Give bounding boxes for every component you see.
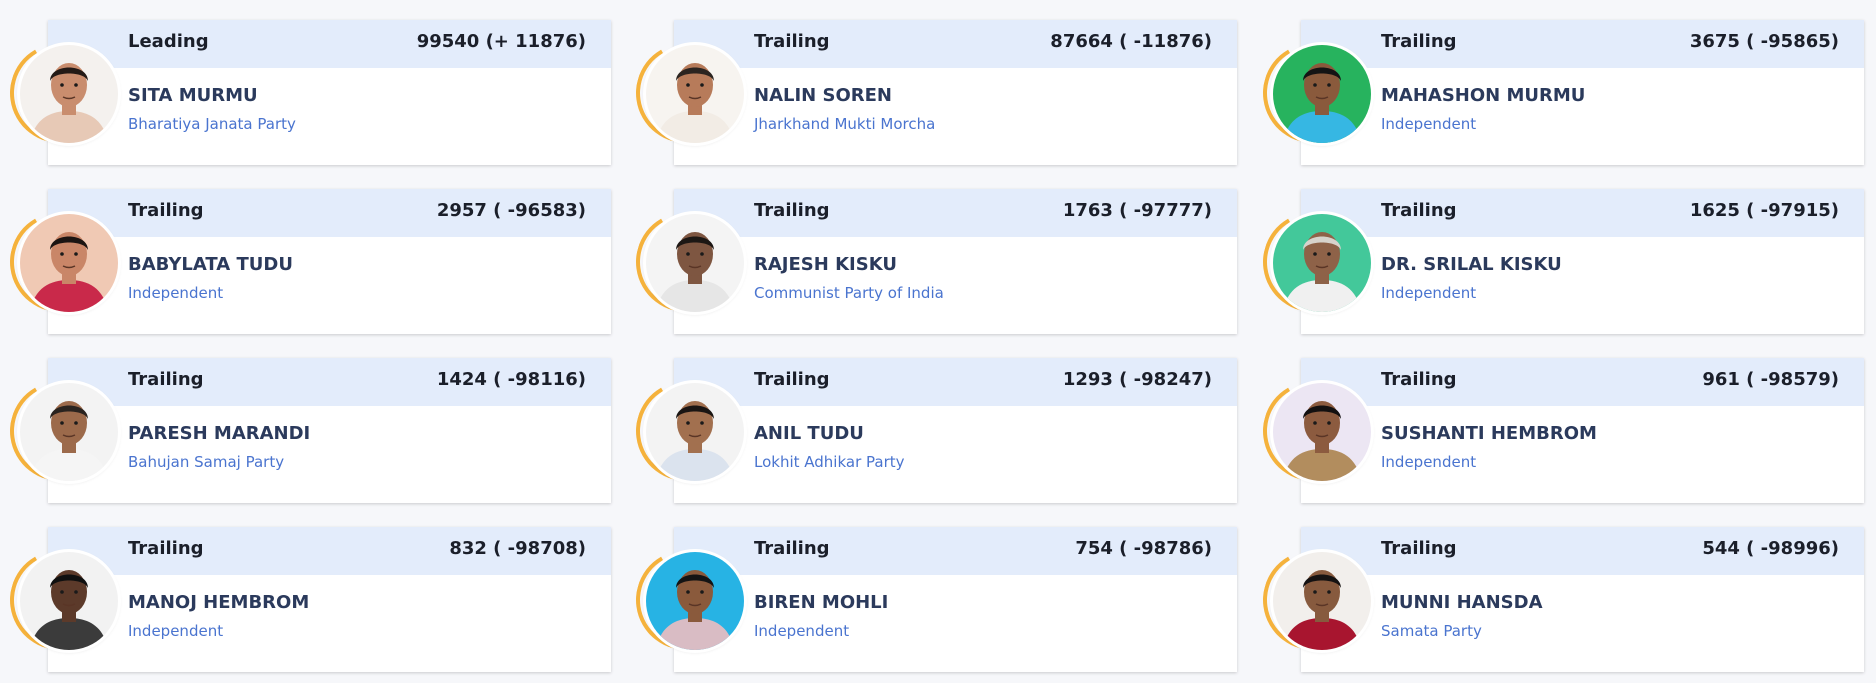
candidate-card[interactable]: Trailing 961 ( -98579) SUSHANTI HEMBROM … — [1251, 338, 1866, 503]
party-name: Independent — [1381, 284, 1477, 302]
candidate-photo[interactable] — [1273, 552, 1371, 650]
person-icon — [20, 383, 118, 481]
candidate-photo[interactable] — [646, 383, 744, 481]
vote-count: 832 ( -98708) — [449, 538, 586, 559]
result-status: Trailing — [754, 200, 830, 221]
vote-count: 1625 ( -97915) — [1689, 200, 1839, 221]
candidate-name: NALIN SOREN — [754, 85, 892, 106]
person-icon — [1273, 214, 1371, 312]
person-icon — [646, 45, 744, 143]
candidate-card[interactable]: Trailing 832 ( -98708) MANOJ HEMBROM Ind… — [0, 507, 613, 672]
candidate-card[interactable]: Trailing 1763 ( -97777) RAJESH KISKU Com… — [624, 169, 1239, 334]
party-name: Independent — [128, 284, 224, 302]
candidate-photo[interactable] — [1273, 214, 1371, 312]
candidate-name: RAJESH KISKU — [754, 254, 897, 275]
candidate-photo[interactable] — [20, 383, 118, 481]
result-status: Trailing — [128, 538, 204, 559]
person-icon — [20, 45, 118, 143]
candidate-name: MAHASHON MURMU — [1381, 85, 1586, 106]
person-icon — [646, 552, 744, 650]
vote-count: 1424 ( -98116) — [436, 369, 586, 390]
result-status: Trailing — [754, 31, 830, 52]
candidate-name: DR. SRILAL KISKU — [1381, 254, 1562, 275]
party-name: Communist Party of India — [754, 284, 944, 302]
person-icon — [20, 552, 118, 650]
party-name: Independent — [1381, 453, 1477, 471]
candidate-name: SITA MURMU — [128, 85, 258, 106]
candidate-name: ANIL TUDU — [754, 423, 864, 444]
candidate-photo[interactable] — [1273, 383, 1371, 481]
person-icon — [1273, 45, 1371, 143]
candidate-card[interactable]: Leading 99540 (+ 11876) SITA MURMU Bhara… — [0, 0, 613, 165]
candidate-photo[interactable] — [20, 214, 118, 312]
person-icon — [646, 383, 744, 481]
candidate-photo[interactable] — [20, 552, 118, 650]
candidate-grid: Leading 99540 (+ 11876) SITA MURMU Bhara… — [0, 0, 1876, 683]
person-icon — [20, 214, 118, 312]
vote-count: 961 ( -98579) — [1702, 369, 1839, 390]
candidate-name: BABYLATA TUDU — [128, 254, 293, 275]
party-name: Jharkhand Mukti Morcha — [754, 115, 936, 133]
candidate-photo[interactable] — [646, 45, 744, 143]
candidate-photo[interactable] — [646, 552, 744, 650]
candidate-name: BIREN MOHLI — [754, 592, 889, 613]
vote-count: 99540 (+ 11876) — [416, 31, 586, 52]
result-status: Trailing — [754, 538, 830, 559]
result-status: Trailing — [754, 369, 830, 390]
result-status: Trailing — [1381, 200, 1457, 221]
result-status: Trailing — [1381, 31, 1457, 52]
candidate-card[interactable]: Trailing 754 ( -98786) BIREN MOHLI Indep… — [624, 507, 1239, 672]
party-name: Independent — [754, 622, 850, 640]
candidate-name: SUSHANTI HEMBROM — [1381, 423, 1597, 444]
vote-count: 87664 ( -11876) — [1050, 31, 1212, 52]
party-name: Bahujan Samaj Party — [128, 453, 285, 471]
vote-count: 754 ( -98786) — [1075, 538, 1212, 559]
candidate-photo[interactable] — [20, 45, 118, 143]
result-status: Trailing — [128, 200, 204, 221]
candidate-name: PARESH MARANDI — [128, 423, 311, 444]
party-name: Bharatiya Janata Party — [128, 115, 296, 133]
candidate-photo[interactable] — [1273, 45, 1371, 143]
result-status: Trailing — [128, 369, 204, 390]
person-icon — [646, 214, 744, 312]
party-name: Independent — [1381, 115, 1477, 133]
candidate-name: MANOJ HEMBROM — [128, 592, 310, 613]
candidate-card[interactable]: Trailing 1293 ( -98247) ANIL TUDU Lokhit… — [624, 338, 1239, 503]
person-icon — [1273, 383, 1371, 481]
candidate-photo[interactable] — [646, 214, 744, 312]
vote-count: 3675 ( -95865) — [1689, 31, 1839, 52]
vote-count: 544 ( -98996) — [1702, 538, 1839, 559]
candidate-name: MUNNI HANSDA — [1381, 592, 1543, 613]
result-status: Trailing — [1381, 538, 1457, 559]
candidate-card[interactable]: Trailing 2957 ( -96583) BABYLATA TUDU In… — [0, 169, 613, 334]
party-name: Samata Party — [1381, 622, 1482, 640]
person-icon — [1273, 552, 1371, 650]
candidate-card[interactable]: Trailing 544 ( -98996) MUNNI HANSDA Sama… — [1251, 507, 1866, 672]
candidate-card[interactable]: Trailing 87664 ( -11876) NALIN SOREN Jha… — [624, 0, 1239, 165]
candidate-card[interactable]: Trailing 3675 ( -95865) MAHASHON MURMU I… — [1251, 0, 1866, 165]
vote-count: 1293 ( -98247) — [1062, 369, 1212, 390]
party-name: Lokhit Adhikar Party — [754, 453, 905, 471]
vote-count: 2957 ( -96583) — [436, 200, 586, 221]
candidate-card[interactable]: Trailing 1625 ( -97915) DR. SRILAL KISKU… — [1251, 169, 1866, 334]
party-name: Independent — [128, 622, 224, 640]
result-status: Leading — [128, 31, 209, 52]
result-status: Trailing — [1381, 369, 1457, 390]
vote-count: 1763 ( -97777) — [1062, 200, 1212, 221]
candidate-card[interactable]: Trailing 1424 ( -98116) PARESH MARANDI B… — [0, 338, 613, 503]
